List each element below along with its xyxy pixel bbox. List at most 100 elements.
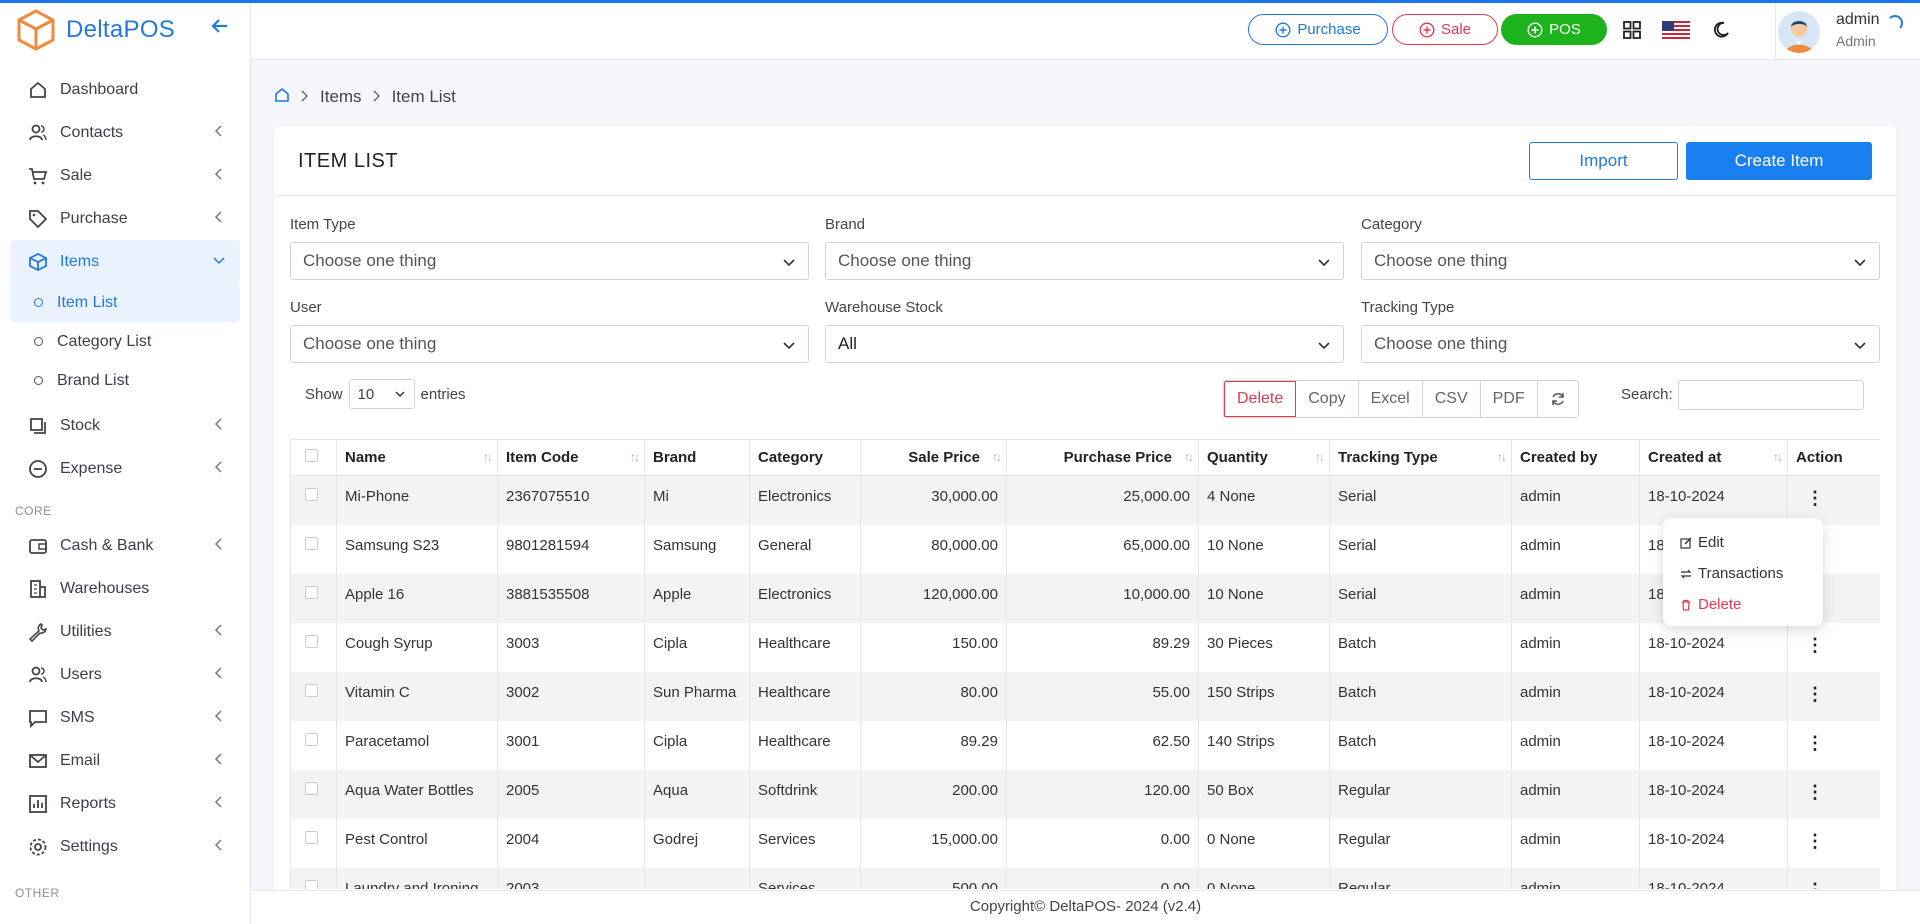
- sidebar-subitem-brand-list[interactable]: Brand List: [10, 361, 240, 400]
- row-select-cell[interactable]: [290, 671, 337, 721]
- csv-button[interactable]: CSV: [1422, 381, 1481, 417]
- row-select-cell[interactable]: [290, 818, 337, 868]
- brand-select[interactable]: Choose one thing: [825, 242, 1344, 280]
- sidebar-item-utilities[interactable]: Utilities: [10, 610, 240, 653]
- chevron-left-icon: [214, 839, 222, 851]
- sidebar-subitem-item-list[interactable]: Item List: [10, 283, 240, 322]
- create-item-button[interactable]: Create Item: [1686, 142, 1872, 180]
- sidebar-item-settings[interactable]: Settings: [10, 825, 240, 868]
- sidebar-item-dashboard[interactable]: Dashboard: [10, 68, 240, 111]
- kebab-menu-icon[interactable]: ⋮: [1806, 635, 1824, 654]
- avatar[interactable]: [1778, 11, 1820, 53]
- row-checkbox[interactable]: [305, 585, 318, 599]
- sale-button[interactable]: Sale: [1392, 14, 1498, 45]
- menu-item-edit[interactable]: Edit: [1663, 527, 1823, 558]
- sidebar-item-sms[interactable]: SMS: [10, 696, 240, 739]
- table-cell: 55.00: [1006, 671, 1199, 721]
- tracking-type-select[interactable]: Choose one thing: [1361, 325, 1880, 363]
- grid-apps-icon[interactable]: [1620, 18, 1644, 42]
- sidebar-item-sale[interactable]: Sale: [10, 154, 240, 197]
- select-all-header[interactable]: [290, 439, 337, 476]
- row-checkbox[interactable]: [305, 830, 318, 844]
- kebab-menu-icon[interactable]: ⋮: [1806, 488, 1824, 507]
- pdf-button[interactable]: PDF: [1480, 381, 1538, 417]
- sidebar-item-stock[interactable]: Stock: [10, 404, 240, 447]
- delete-selected-button[interactable]: Delete: [1224, 381, 1297, 417]
- column-header-tracking-type[interactable]: Tracking Type ↑↓: [1329, 439, 1512, 476]
- row-checkbox[interactable]: [305, 732, 318, 746]
- pos-button[interactable]: POS: [1501, 14, 1607, 45]
- table-row[interactable]: Samsung S23 9801281594 Samsung General 80,00…: [290, 524, 1880, 574]
- user-select[interactable]: Choose one thing: [290, 325, 809, 363]
- collapse-sidebar-icon[interactable]: [210, 16, 230, 42]
- kebab-menu-icon[interactable]: ⋮: [1806, 782, 1824, 801]
- kebab-menu-icon[interactable]: ⋮: [1806, 684, 1824, 703]
- row-select-cell[interactable]: [290, 524, 337, 574]
- excel-button[interactable]: Excel: [1358, 381, 1423, 417]
- table-cell: Services: [749, 867, 861, 889]
- column-header-purchase-price[interactable]: Purchase Price ↑↓: [1006, 439, 1199, 476]
- menu-item-transactions[interactable]: Transactions: [1663, 558, 1823, 589]
- purchase-button[interactable]: Purchase: [1248, 14, 1388, 45]
- sidebar-item-email[interactable]: Email: [10, 739, 240, 782]
- select-all-checkbox[interactable]: [305, 449, 318, 462]
- row-checkbox[interactable]: [305, 634, 318, 648]
- sidebar-subitem-label: Item List: [57, 293, 118, 311]
- row-select-cell[interactable]: [290, 475, 337, 525]
- warehouse-stock-select[interactable]: All: [825, 325, 1344, 363]
- top-header: Purchase Sale POS admin Admin: [251, 3, 1920, 60]
- us-flag-icon[interactable]: [1662, 18, 1690, 42]
- kebab-menu-icon[interactable]: ⋮: [1806, 880, 1824, 890]
- table-row[interactable]: Paracetamol 3001 Cipla Healthcare 89.29 62.50…: [290, 720, 1880, 770]
- row-select-cell[interactable]: [290, 769, 337, 819]
- sidebar-item-reports[interactable]: Reports: [10, 782, 240, 825]
- entries-select[interactable]: 10: [348, 379, 415, 409]
- item-type-select[interactable]: Choose one thing: [290, 242, 809, 280]
- refresh-button[interactable]: [1537, 381, 1578, 417]
- table-cell: 3001: [497, 720, 645, 770]
- table-cell: admin: [1511, 720, 1640, 770]
- column-label: Sale Price: [908, 449, 980, 466]
- search-input[interactable]: [1678, 380, 1864, 410]
- column-header-quantity[interactable]: Quantity ↑↓: [1198, 439, 1330, 476]
- row-checkbox[interactable]: [305, 683, 318, 697]
- moon-icon[interactable]: [1709, 18, 1733, 42]
- table-row[interactable]: Vitamin C 3002 Sun Pharma Healthcare 80.00 55…: [290, 671, 1880, 721]
- row-select-cell[interactable]: [290, 720, 337, 770]
- row-checkbox[interactable]: [305, 781, 318, 795]
- sidebar-item-contacts[interactable]: Contacts: [10, 111, 240, 154]
- column-header-name[interactable]: Name ↑↓: [336, 439, 498, 476]
- table-cell: admin: [1511, 475, 1640, 525]
- kebab-menu-icon[interactable]: ⋮: [1806, 831, 1824, 850]
- row-select-cell[interactable]: [290, 867, 337, 889]
- copy-button[interactable]: Copy: [1296, 381, 1359, 417]
- sidebar-item-warehouses[interactable]: Warehouses: [10, 567, 240, 610]
- table-row[interactable]: Cough Syrup 3003 Cipla Healthcare 150.00 89.2…: [290, 622, 1880, 672]
- column-header-sale-price[interactable]: Sale Price ↑↓: [860, 439, 1007, 476]
- table-row[interactable]: Aqua Water Bottles 2005 Aqua Softdrink 200.0…: [290, 769, 1880, 819]
- import-button[interactable]: Import: [1529, 142, 1678, 180]
- breadcrumb-items[interactable]: Items: [320, 87, 362, 107]
- kebab-menu-icon[interactable]: ⋮: [1806, 733, 1824, 752]
- sidebar-item-cash-bank[interactable]: Cash & Bank: [10, 524, 240, 567]
- sidebar-item-expense[interactable]: Expense: [10, 447, 240, 490]
- row-checkbox[interactable]: [305, 879, 318, 889]
- row-checkbox[interactable]: [305, 488, 318, 501]
- table-row[interactable]: Pest Control 2004 Godrej Services 15,000.00 0…: [290, 818, 1880, 868]
- row-checkbox[interactable]: [305, 536, 318, 550]
- table-row[interactable]: Laundry and Ironing 2003 Services 500.00 0.0…: [290, 867, 1880, 890]
- row-action-cell: ⋮: [1787, 720, 1880, 770]
- sidebar-subitem-category-list[interactable]: Category List: [10, 322, 240, 361]
- sidebar-item-items[interactable]: Items: [10, 240, 240, 283]
- row-select-cell[interactable]: [290, 573, 337, 623]
- table-row[interactable]: Apple 16 3881535508 Apple Electronics 120,00…: [290, 573, 1880, 623]
- sidebar-item-users[interactable]: Users: [10, 653, 240, 696]
- row-select-cell[interactable]: [290, 622, 337, 672]
- menu-item-delete[interactable]: Delete: [1663, 589, 1823, 620]
- category-select[interactable]: Choose one thing: [1361, 242, 1880, 280]
- table-row[interactable]: Mi-Phone 2367075510 Mi Electronics 30,000.00…: [290, 475, 1880, 525]
- home-icon[interactable]: [274, 87, 290, 108]
- column-header-item-code[interactable]: Item Code ↑↓: [497, 439, 645, 476]
- column-header-created-at[interactable]: Created at ↑↓: [1639, 439, 1788, 476]
- sidebar-item-purchase[interactable]: Purchase: [10, 197, 240, 240]
